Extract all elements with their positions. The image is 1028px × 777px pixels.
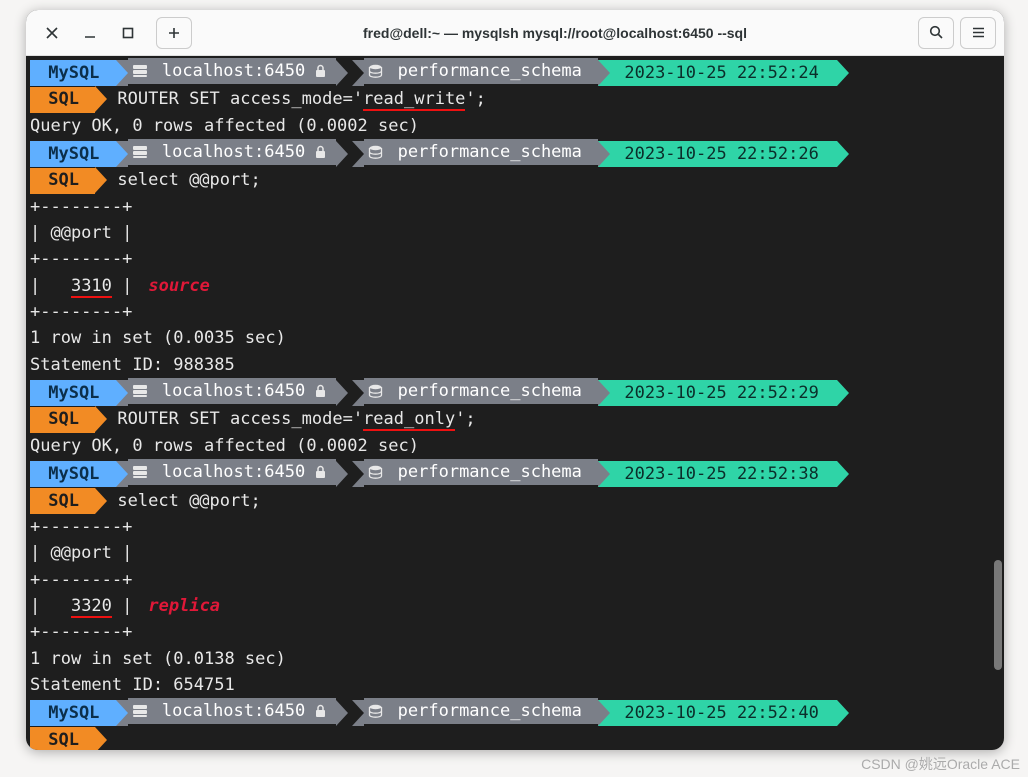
watermark: CSDN @姚远Oracle ACE [861,754,1020,774]
output-line: Statement ID: 988385 [26,352,1004,378]
timestamp-segment: 2023-10-25 22:52:29 [610,380,837,406]
port-value: 3310 [71,276,112,298]
close-button[interactable] [34,17,70,49]
schema-segment: performance_schema [364,139,598,165]
server-icon [132,384,148,398]
lock-icon [315,384,326,398]
output-line: | @@port | [26,220,1004,246]
sql-prompt-line: SQL ROUTER SET access_mode='read_only'; [26,406,1004,432]
lock-icon [315,704,326,718]
sql-command: ROUTER SET access_mode='read_only'; [107,409,475,431]
highlighted-value: read_only [363,409,455,431]
prompt-line: MySQL localhost:6450 performance_schema … [26,378,1004,406]
output-line: Query OK, 0 rows affected (0.0002 sec) [26,433,1004,459]
sql-segment: SQL [30,727,95,750]
sql-command: select @@port; [107,170,261,190]
prompt-line: MySQL localhost:6450 performance_schema … [26,459,1004,487]
scrollbar-thumb[interactable] [994,560,1002,670]
menu-button[interactable] [960,17,996,49]
database-icon [368,384,383,398]
schema-segment: performance_schema [364,378,598,404]
output-line: | @@port | [26,540,1004,566]
output-line: +--------+ [26,514,1004,540]
output-line: +--------+ [26,619,1004,645]
mysql-segment: MySQL [30,700,116,726]
minimize-button[interactable] [72,17,108,49]
table-row: | 3320 |replica [26,593,1004,619]
scrollbar[interactable] [994,60,1002,744]
output-line: Query OK, 0 rows affected (0.0002 sec) [26,113,1004,139]
port-value: 3320 [71,596,112,618]
prompt-line: MySQL localhost:6450 performance_schema … [26,139,1004,167]
table-row: | 3310 |source [26,273,1004,299]
timestamp-segment: 2023-10-25 22:52:38 [610,461,837,487]
prompt-line: MySQL localhost:6450 performance_schema … [26,698,1004,726]
output-line: 1 row in set (0.0138 sec) [26,646,1004,672]
lock-icon [315,465,326,479]
annotation-label: replica [132,596,220,616]
search-button[interactable] [918,17,954,49]
annotation-label: source [132,276,209,296]
host-segment: localhost:6450 [128,139,337,165]
sql-prompt-line: SQL select @@port; [26,167,1004,193]
sql-command: select @@port; [107,491,261,511]
output-line: +--------+ [26,567,1004,593]
host-segment: localhost:6450 [128,378,337,404]
mysql-segment: MySQL [30,60,116,86]
sql-command: ROUTER SET access_mode='read_write'; [107,89,486,111]
mysql-segment: MySQL [30,380,116,406]
terminal-body[interactable]: MySQL localhost:6450 performance_schema … [26,56,1004,750]
schema-segment: performance_schema [364,58,598,84]
host-segment: localhost:6450 [128,459,337,485]
mysql-segment: MySQL [30,461,116,487]
database-icon [368,145,383,159]
server-icon [132,704,148,718]
host-segment: localhost:6450 [128,58,337,84]
prompt-line: MySQL localhost:6450 performance_schema … [26,58,1004,86]
schema-segment: performance_schema [364,698,598,724]
sql-segment: SQL [30,407,95,433]
lock-icon [315,145,326,159]
server-icon [132,145,148,159]
sql-command [107,730,117,750]
sql-prompt-line: SQL select @@port; [26,488,1004,514]
host-segment: localhost:6450 [128,698,337,724]
sql-prompt-line: SQL [26,727,1004,750]
sql-segment: SQL [30,87,95,113]
sql-prompt-line: SQL ROUTER SET access_mode='read_write'; [26,86,1004,112]
timestamp-segment: 2023-10-25 22:52:24 [610,60,837,86]
highlighted-value: read_write [363,89,465,111]
timestamp-segment: 2023-10-25 22:52:26 [610,141,837,167]
server-icon [132,465,148,479]
window-title: fred@dell:~ — mysqlsh mysql://root@local… [192,25,918,41]
terminal-window: fred@dell:~ — mysqlsh mysql://root@local… [26,10,1004,750]
database-icon [368,465,383,479]
sql-segment: SQL [30,168,95,194]
output-line: Statement ID: 654751 [26,672,1004,698]
sql-segment: SQL [30,488,95,514]
output-line: +--------+ [26,194,1004,220]
output-line: +--------+ [26,246,1004,272]
database-icon [368,64,383,78]
new-tab-button[interactable] [156,17,192,49]
timestamp-segment: 2023-10-25 22:52:40 [610,700,837,726]
database-icon [368,704,383,718]
lock-icon [315,64,326,78]
schema-segment: performance_schema [364,459,598,485]
output-line: +--------+ [26,299,1004,325]
maximize-button[interactable] [110,17,146,49]
mysql-segment: MySQL [30,141,116,167]
titlebar: fred@dell:~ — mysqlsh mysql://root@local… [26,10,1004,56]
server-icon [132,64,148,78]
output-line: 1 row in set (0.0035 sec) [26,325,1004,351]
